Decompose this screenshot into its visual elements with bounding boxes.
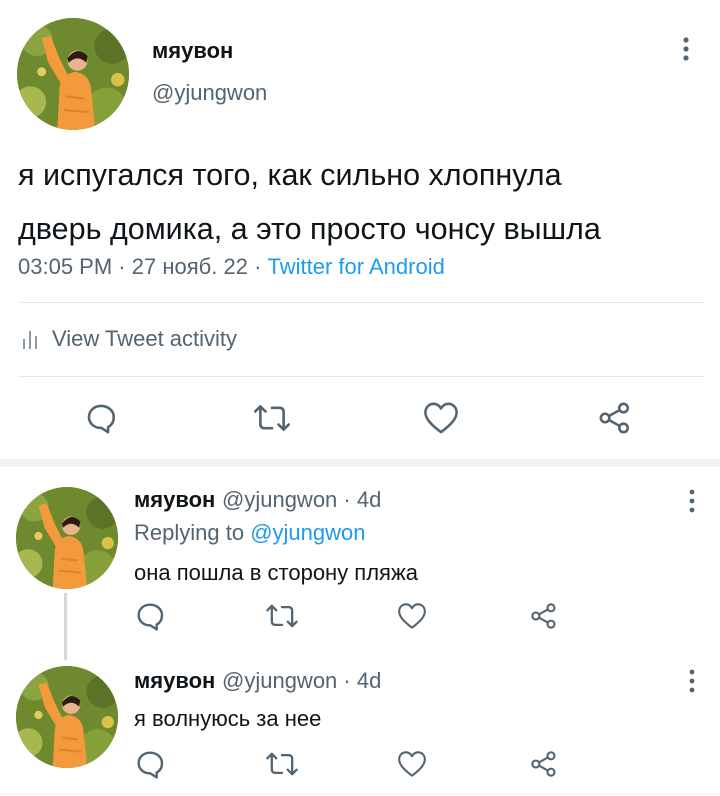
view-activity-button[interactable]: View Tweet activity (22, 326, 237, 352)
reply-age[interactable]: 4d (357, 668, 381, 693)
tweet-time[interactable]: 03:05 PM (18, 254, 112, 279)
replying-to-label: Replying to (134, 520, 245, 545)
replying-to-mention[interactable]: @yjungwon (250, 520, 365, 545)
section-separator (0, 459, 720, 467)
retweet-icon[interactable] (265, 750, 299, 778)
share-icon[interactable] (530, 750, 558, 778)
divider (18, 376, 704, 377)
reply-meta: @yjungwon · 4d (222, 668, 381, 694)
reply-handle[interactable]: @yjungwon (222, 487, 337, 512)
more-vertical-icon[interactable] (676, 34, 696, 64)
retweet-icon[interactable] (253, 402, 291, 434)
reply-text: я волнуюсь за нее (134, 706, 322, 731)
reply-icon[interactable] (134, 748, 166, 780)
replying-to: Replying to @yjungwon (134, 520, 366, 546)
tweet-meta: 03:05 PM · 27 нояб. 22 · Twitter for And… (18, 254, 445, 280)
reply-text: она пошла в сторону пляжа (134, 560, 418, 585)
reply-icon[interactable] (84, 401, 118, 435)
retweet-icon[interactable] (265, 602, 299, 630)
avatar-image (16, 666, 118, 768)
like-icon[interactable] (422, 401, 460, 435)
reply-age[interactable]: 4d (357, 487, 381, 512)
avatar-image (16, 487, 118, 589)
share-icon[interactable] (530, 602, 558, 630)
more-vertical-icon[interactable] (682, 486, 702, 516)
share-icon[interactable] (598, 401, 632, 435)
more-vertical-icon[interactable] (682, 666, 702, 696)
author-display-name[interactable]: мяувон (152, 38, 233, 64)
avatar[interactable] (16, 666, 118, 768)
avatar-image (17, 18, 129, 130)
tweet-text-line: я испугался того, как сильно хлопнула (18, 158, 562, 192)
avatar[interactable] (16, 487, 118, 589)
divider (0, 794, 720, 795)
like-icon[interactable] (396, 602, 428, 630)
like-icon[interactable] (396, 750, 428, 778)
reply-display-name[interactable]: мяувон (134, 487, 215, 513)
tweet-text-line: дверь домика, а это просто чонсу вышла (18, 212, 601, 246)
tweet-text: я испугался того, как сильно хлопнула дв… (18, 148, 708, 256)
meta-separator: · (343, 487, 357, 512)
avatar[interactable] (17, 18, 129, 130)
view-activity-label: View Tweet activity (52, 326, 238, 351)
reply-icon[interactable] (134, 600, 166, 632)
bar-chart-icon (23, 331, 37, 349)
meta-separator: · (254, 254, 268, 279)
tweet-date[interactable]: 27 нояб. 22 (132, 254, 248, 279)
meta-separator: · (118, 254, 132, 279)
author-handle[interactable]: @yjungwon (152, 80, 267, 106)
meta-separator: · (343, 668, 357, 693)
divider (18, 302, 704, 303)
reply-meta: @yjungwon · 4d (222, 487, 381, 513)
reply-display-name[interactable]: мяувон (134, 668, 215, 694)
thread-connector (64, 593, 67, 660)
reply-handle[interactable]: @yjungwon (222, 668, 337, 693)
tweet-source[interactable]: Twitter for Android (268, 254, 445, 279)
